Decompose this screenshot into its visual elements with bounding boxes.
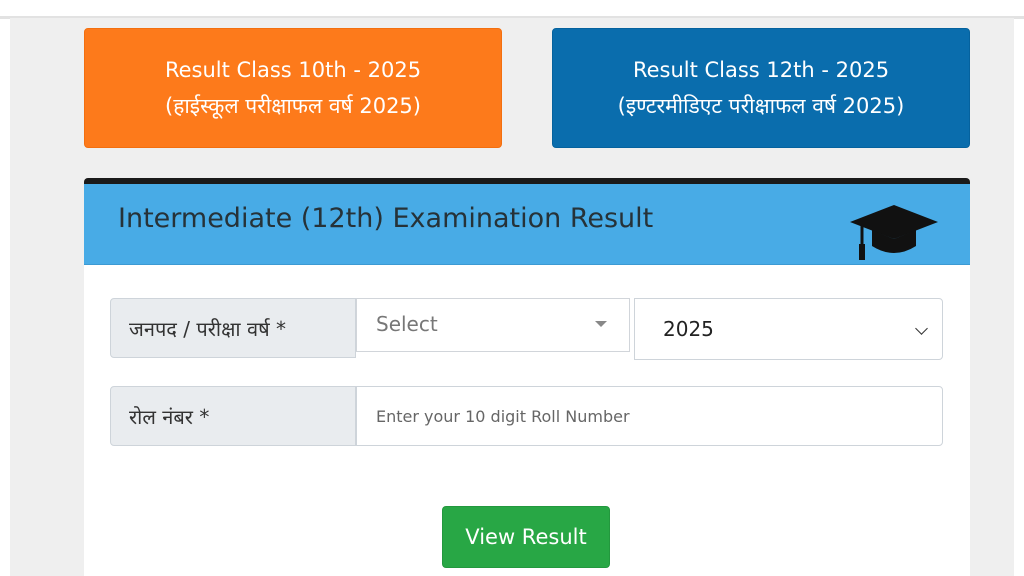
district-select-placeholder: Select [376, 312, 438, 336]
dropdown-caret-icon [595, 321, 607, 327]
card-header: Intermediate (12th) Examination Result [84, 184, 970, 265]
exam-year-value: 2025 [663, 317, 714, 341]
exam-year-select[interactable]: 2025 [634, 298, 943, 360]
result-form-card: Intermediate (12th) Examination Result ज… [84, 178, 970, 576]
district-select[interactable]: Select [356, 298, 630, 352]
view-result-button[interactable]: View Result [442, 506, 610, 568]
district-year-label: जनपद / परीक्षा वर्ष * [110, 298, 356, 358]
roll-number-input[interactable] [356, 386, 943, 446]
roll-number-label: रोल नंबर * [110, 386, 356, 446]
card-title: Intermediate (12th) Examination Result [118, 203, 654, 234]
result-class-12-title: Result Class 12th - 2025 [632, 58, 890, 82]
result-class-12-button[interactable]: Result Class 12th - 2025 (इण्टरमीडिएट पर… [552, 28, 970, 148]
result-class-10-title: Result Class 10th - 2025 [164, 58, 422, 82]
chevron-down-icon [915, 322, 928, 335]
result-class-10-button[interactable]: Result Class 10th - 2025 (हाईस्कूल परीक्… [84, 28, 502, 148]
result-class-10-subtitle: (हाईस्कूल परीक्षाफल वर्ष 2025) [165, 94, 421, 118]
graduation-cap-icon [850, 205, 938, 260]
result-class-12-subtitle: (इण्टरमीडिएट परीक्षाफल वर्ष 2025) [617, 94, 905, 118]
